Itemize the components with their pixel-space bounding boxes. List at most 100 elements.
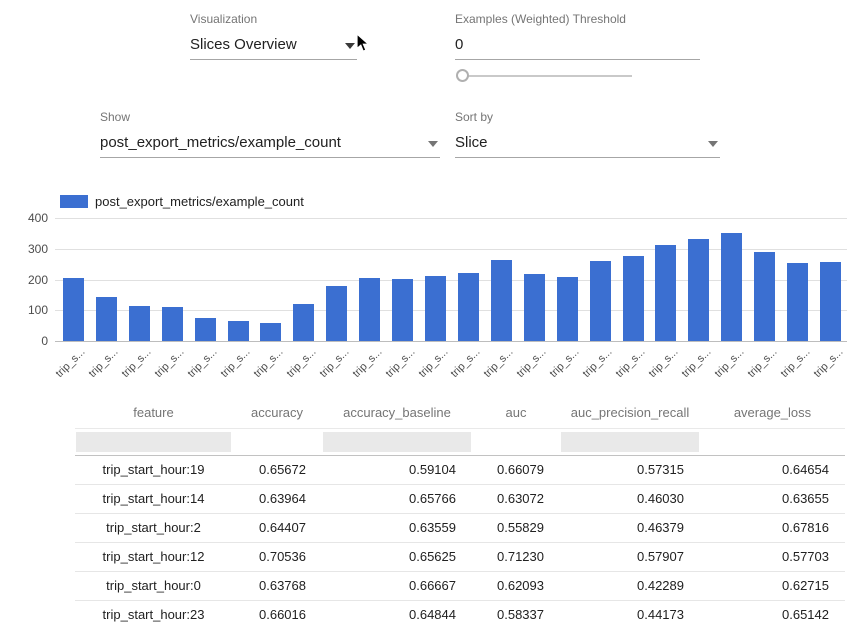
metric-cell: 0.64844: [322, 600, 472, 626]
filter-cell: [472, 428, 560, 455]
filter-input[interactable]: [561, 432, 699, 452]
feature-cell: trip_start_hour:0: [75, 571, 232, 600]
show-control: Show post_export_metrics/example_count: [100, 110, 440, 158]
metric-cell: 0.67816: [700, 513, 845, 542]
x-axis-tick-label: trip_s...: [662, 346, 713, 397]
metric-cell: 0.70536: [232, 542, 322, 571]
table-row[interactable]: trip_start_hour:140.639640.657660.630720…: [75, 484, 845, 513]
table-row[interactable]: trip_start_hour:190.656720.591040.660790…: [75, 455, 845, 484]
bar[interactable]: [129, 306, 150, 341]
bar[interactable]: [623, 256, 644, 341]
bar[interactable]: [260, 323, 281, 341]
sortby-control: Sort by Slice: [455, 110, 720, 158]
x-axis-tick-label: trip_s...: [202, 346, 253, 397]
slider-thumb[interactable]: [456, 69, 469, 82]
metric-cell: 0.71230: [472, 542, 560, 571]
bar[interactable]: [458, 273, 479, 341]
x-axis-tick-label: trip_s...: [235, 346, 286, 397]
filter-input[interactable]: [323, 432, 471, 452]
column-header[interactable]: feature: [75, 398, 232, 428]
metric-cell: 0.46379: [560, 513, 700, 542]
feature-cell: trip_start_hour:23: [75, 600, 232, 626]
bar[interactable]: [787, 263, 808, 341]
legend-swatch: [60, 195, 88, 208]
y-axis-tick-label: 200: [0, 273, 48, 287]
slider-track[interactable]: [458, 75, 632, 77]
x-axis-tick-label: trip_s...: [169, 346, 220, 397]
metric-cell: 0.57703: [700, 542, 845, 571]
visualization-dropdown[interactable]: Slices Overview: [190, 32, 357, 60]
x-axis-tick-label: trip_s...: [300, 346, 351, 397]
slicing-metrics-browser: Visualization Slices Overview Examples (…: [0, 0, 863, 626]
x-axis-tick-label: trip_s...: [103, 346, 154, 397]
chevron-down-icon: [345, 43, 355, 49]
x-axis-tick-label: trip_s...: [794, 346, 845, 397]
bar[interactable]: [293, 304, 314, 341]
metric-cell: 0.65142: [700, 600, 845, 626]
table-row[interactable]: trip_start_hour:120.705360.656250.712300…: [75, 542, 845, 571]
bar[interactable]: [392, 279, 413, 341]
bar[interactable]: [688, 239, 709, 341]
column-header[interactable]: accuracy_baseline: [322, 398, 472, 428]
table-row[interactable]: trip_start_hour:230.660160.648440.583370…: [75, 600, 845, 626]
column-header[interactable]: auc: [472, 398, 560, 428]
bar[interactable]: [721, 233, 742, 341]
metric-cell: 0.62715: [700, 571, 845, 600]
bar[interactable]: [491, 260, 512, 341]
threshold-slider[interactable]: [458, 69, 632, 83]
filter-cell: [232, 428, 322, 455]
bar[interactable]: [754, 252, 775, 341]
bar[interactable]: [326, 286, 347, 341]
feature-cell: trip_start_hour:12: [75, 542, 232, 571]
bar[interactable]: [820, 262, 841, 341]
feature-cell: trip_start_hour:14: [75, 484, 232, 513]
filter-cell: [700, 428, 845, 455]
x-axis-tick-label: trip_s...: [465, 346, 516, 397]
metric-cell: 0.64407: [232, 513, 322, 542]
filter-cell: [560, 428, 700, 455]
metric-cell: 0.65672: [232, 455, 322, 484]
y-gridline: [55, 218, 847, 219]
y-axis-tick-label: 100: [0, 303, 48, 317]
bar[interactable]: [524, 274, 545, 341]
x-axis-tick-label: trip_s...: [564, 346, 615, 397]
bar[interactable]: [590, 261, 611, 341]
metric-cell: 0.65766: [322, 484, 472, 513]
metric-cell: 0.63964: [232, 484, 322, 513]
bar[interactable]: [96, 297, 117, 341]
metric-cell: 0.57315: [560, 455, 700, 484]
column-header[interactable]: accuracy: [232, 398, 322, 428]
filter-input[interactable]: [76, 432, 231, 452]
column-header[interactable]: auc_precision_recall: [560, 398, 700, 428]
bar[interactable]: [425, 276, 446, 341]
table-header-row: featureaccuracyaccuracy_baselineaucauc_p…: [75, 398, 845, 428]
bar[interactable]: [228, 321, 249, 341]
bar[interactable]: [557, 277, 578, 341]
sortby-dropdown[interactable]: Slice: [455, 130, 720, 158]
table-row[interactable]: trip_start_hour:20.644070.635590.558290.…: [75, 513, 845, 542]
metric-cell: 0.64654: [700, 455, 845, 484]
y-gridline: [55, 341, 847, 342]
show-dropdown[interactable]: post_export_metrics/example_count: [100, 130, 440, 158]
sortby-dropdown-value: Slice: [455, 134, 488, 151]
y-axis-tick-label: 300: [0, 242, 48, 256]
visualization-control: Visualization Slices Overview: [190, 12, 357, 60]
column-header[interactable]: average_loss: [700, 398, 845, 428]
bar[interactable]: [359, 278, 380, 341]
x-axis-tick-label: trip_s...: [728, 346, 779, 397]
table-body: trip_start_hour:190.656720.591040.660790…: [75, 428, 845, 626]
metric-cell: 0.44173: [560, 600, 700, 626]
metric-cell: 0.58337: [472, 600, 560, 626]
bar[interactable]: [195, 318, 216, 341]
filter-cell: [322, 428, 472, 455]
show-dropdown-value: post_export_metrics/example_count: [100, 134, 341, 151]
table-row[interactable]: trip_start_hour:00.637680.666670.620930.…: [75, 571, 845, 600]
metric-cell: 0.63072: [472, 484, 560, 513]
bar[interactable]: [655, 245, 676, 341]
bar[interactable]: [63, 278, 84, 341]
y-axis-tick-label: 0: [0, 334, 48, 348]
threshold-input[interactable]: 0: [455, 32, 700, 60]
x-axis-tick-label: trip_s...: [695, 346, 746, 397]
metric-cell: 0.55829: [472, 513, 560, 542]
bar[interactable]: [162, 307, 183, 341]
